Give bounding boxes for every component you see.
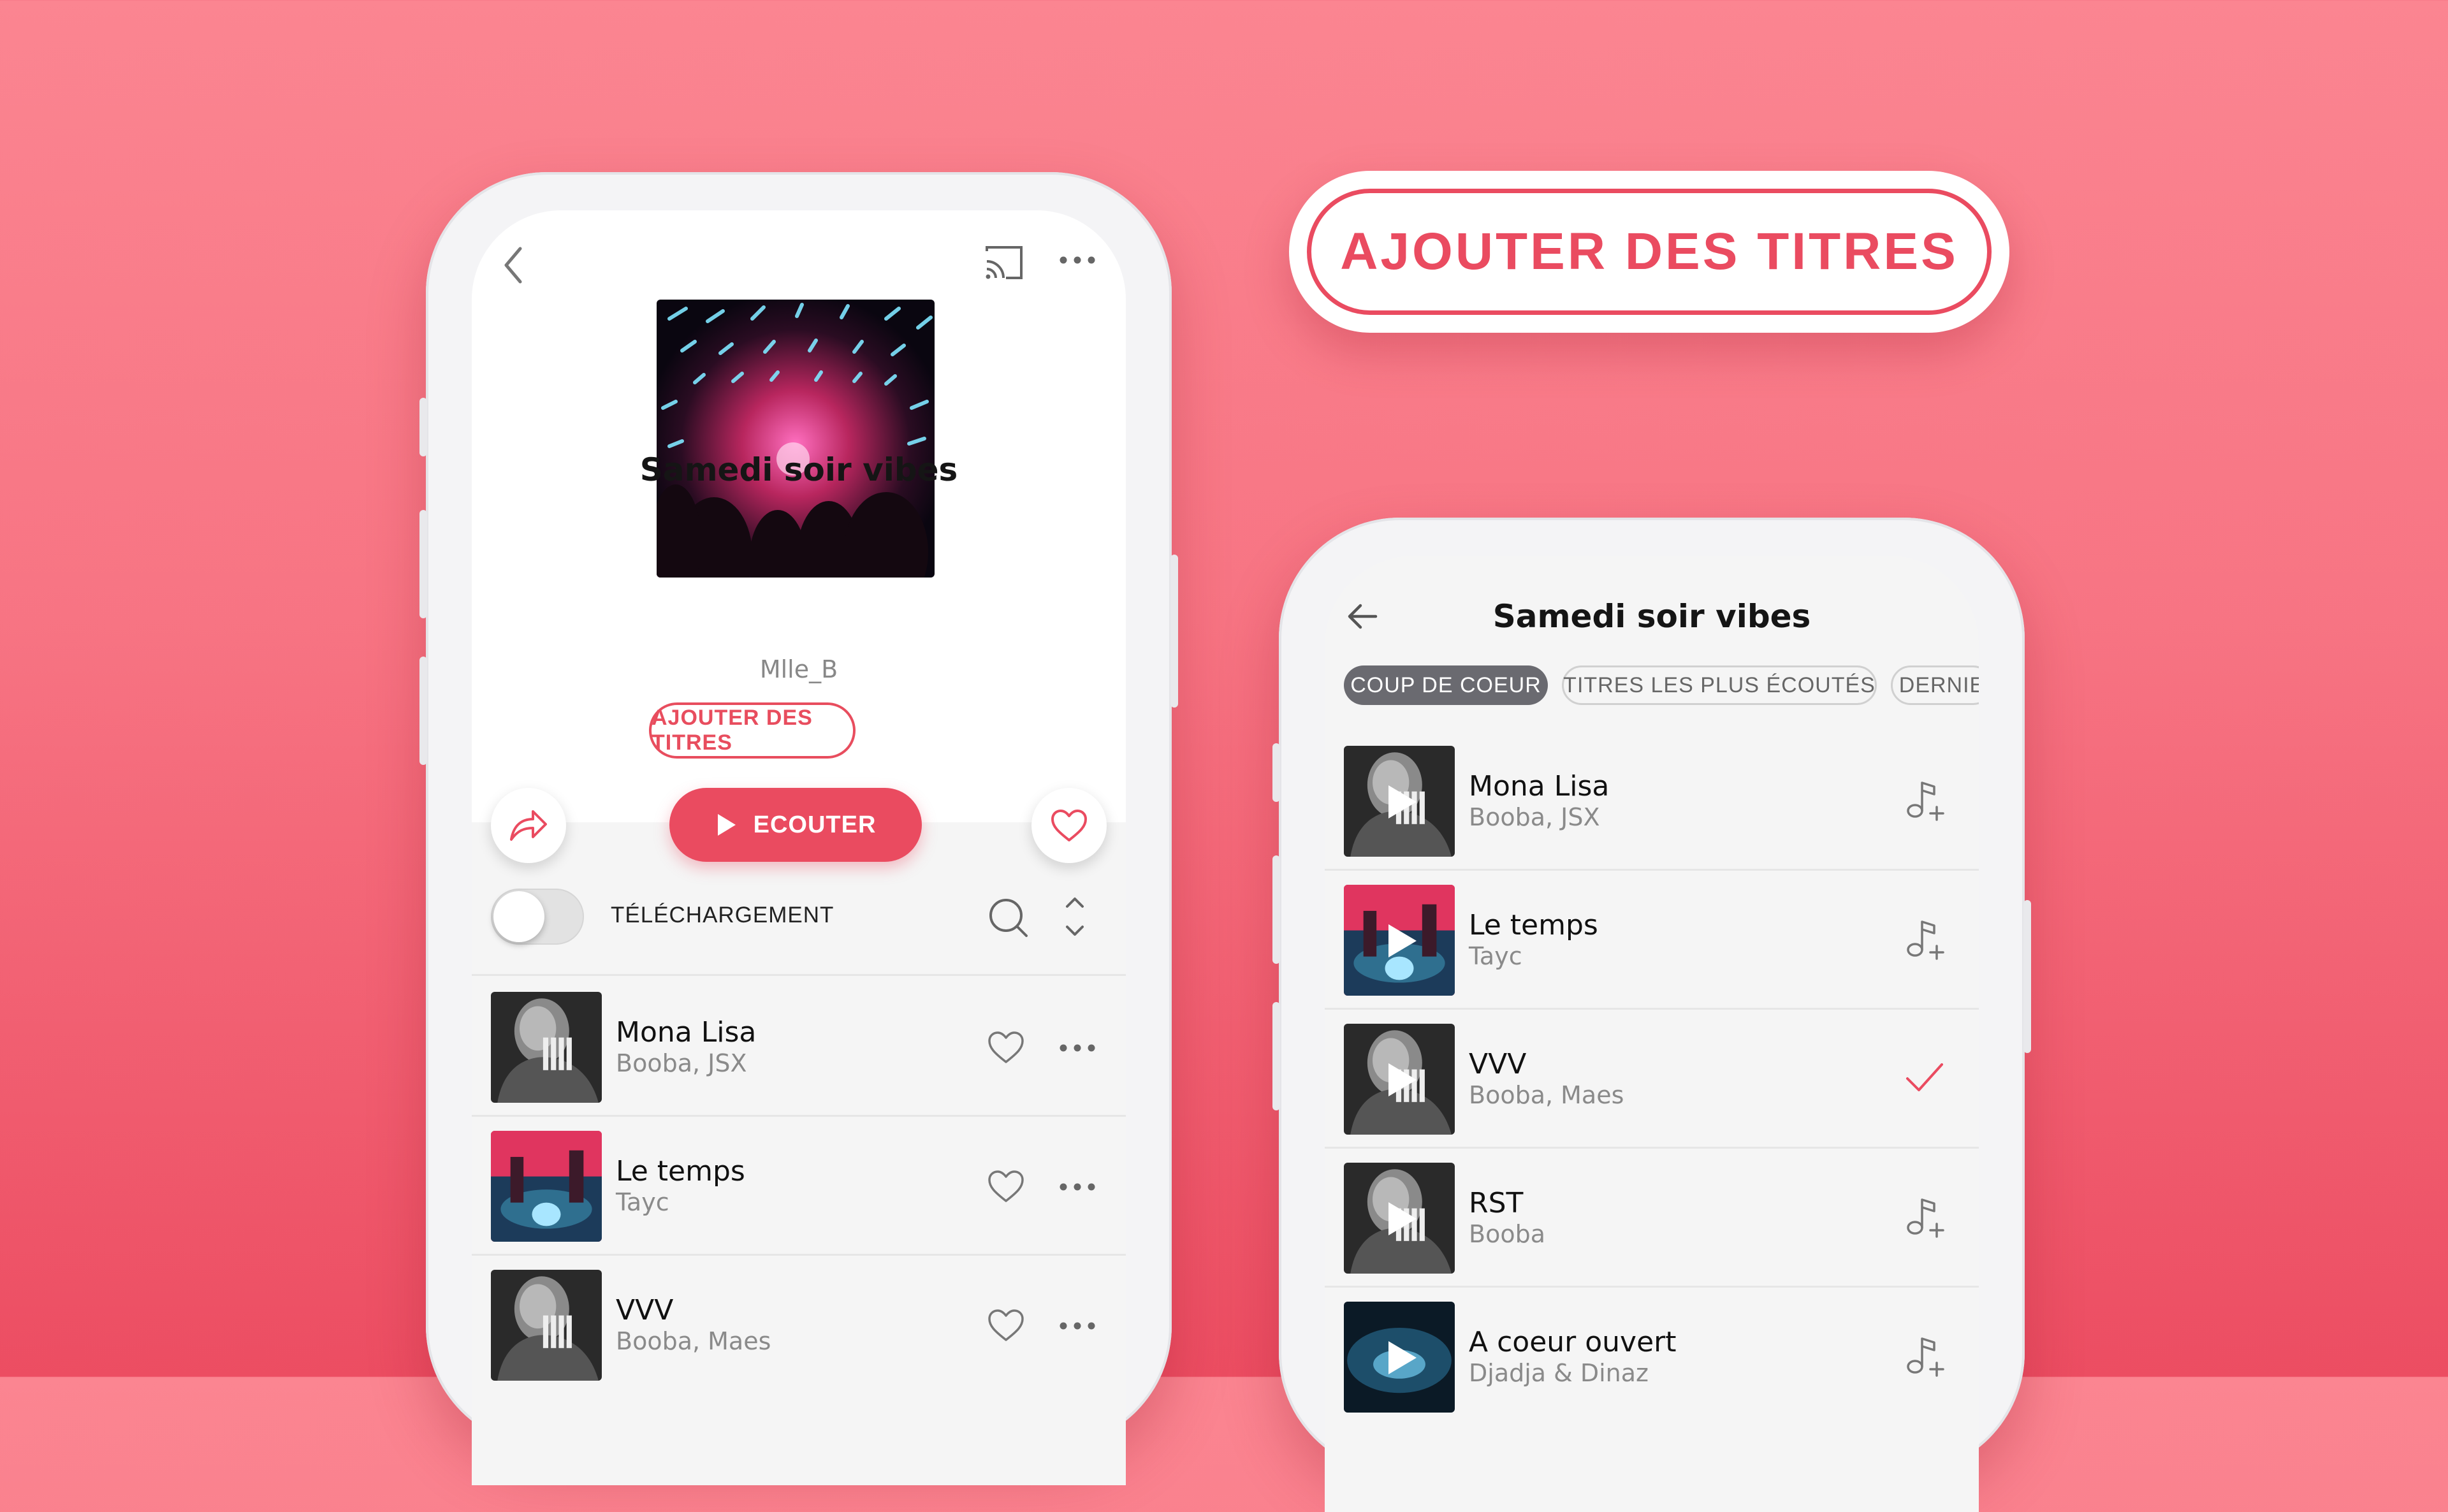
cast-icon[interactable] — [982, 242, 1026, 284]
track-artists: Booba, Maes — [616, 1327, 771, 1355]
track-cover — [491, 1270, 602, 1381]
track-cover — [491, 1131, 602, 1242]
phone-volume-up — [419, 510, 427, 618]
phone-right: Samedi soir vibes COUP DE COEUR TITRES LE… — [1272, 518, 2031, 1512]
track-row[interactable]: Mona Lisa Booba, JSX — [1325, 732, 1979, 871]
promo-add-tracks-button[interactable]: AJOUTER DES TITRES — [1307, 189, 1992, 315]
track-artists: Djadja & Dinaz — [1469, 1359, 1649, 1387]
play-icon[interactable] — [1385, 1339, 1419, 1377]
favorite-button[interactable] — [1031, 788, 1107, 863]
phone-left: Samedi soir vibes Mlle_B AJOUTER DES TIT… — [419, 172, 1178, 1485]
track-title: VVV — [1469, 1048, 1527, 1080]
check-icon[interactable] — [1904, 1059, 1946, 1095]
playlist-screen: Samedi soir vibes Mlle_B AJOUTER DES TIT… — [472, 210, 1126, 1485]
track-row[interactable]: Le temps Tayc — [1325, 871, 1979, 1010]
divider — [472, 974, 1126, 976]
track-title: Mona Lisa — [1469, 770, 1610, 803]
track-row[interactable]: VVV Booba, Maes — [472, 1256, 1126, 1395]
heart-icon[interactable] — [987, 1030, 1025, 1065]
track-title: A coeur ouvert — [1469, 1326, 1677, 1358]
track-row[interactable]: Mona Lisa Booba, JSX — [472, 978, 1126, 1117]
track-artists: Booba, JSX — [616, 1049, 747, 1077]
track-row[interactable]: VVV Booba, Maes — [1325, 1010, 1979, 1149]
play-icon[interactable] — [1385, 1061, 1419, 1099]
filter-chip[interactable]: TITRES LES PLUS ÉCOUTÉS — [1562, 665, 1877, 705]
heart-icon[interactable] — [987, 1169, 1025, 1203]
phone-power-button — [2023, 900, 2031, 1053]
track-artists: Tayc — [616, 1188, 669, 1216]
heart-icon — [1050, 808, 1088, 843]
toggle-knob — [493, 891, 544, 942]
heart-icon[interactable] — [987, 1308, 1025, 1342]
add-to-playlist-icon[interactable] — [1904, 1195, 1948, 1239]
track-cover — [491, 992, 602, 1103]
play-icon — [715, 813, 737, 837]
track-row[interactable]: A coeur ouvert Djadja & Dinaz — [1325, 1288, 1979, 1427]
download-label: TÉLÉCHARGEMENT — [611, 903, 834, 927]
add-to-playlist-icon[interactable] — [1904, 1334, 1948, 1378]
screen-title: Samedi soir vibes — [1492, 598, 1811, 635]
share-icon — [507, 808, 550, 843]
phone-volume-up — [1272, 855, 1280, 964]
add-to-playlist-icon[interactable] — [1904, 917, 1948, 961]
track-row[interactable]: Le temps Tayc — [472, 1117, 1126, 1256]
add-tracks-button[interactable]: AJOUTER DES TITRES — [649, 702, 856, 759]
track-title: Mona Lisa — [616, 1016, 757, 1049]
share-button[interactable] — [491, 788, 566, 863]
track-title: RST — [1469, 1187, 1524, 1219]
track-artists: Tayc — [1469, 942, 1522, 970]
phone-volume-down — [1272, 1002, 1280, 1110]
phone-power-button — [1170, 555, 1178, 708]
track-title: VVV — [616, 1294, 674, 1327]
phone-silent-switch — [419, 398, 427, 456]
track-title: Le temps — [616, 1155, 745, 1188]
track-artists: Booba, JSX — [1469, 803, 1600, 831]
more-horizontal-icon[interactable] — [1058, 1319, 1096, 1332]
play-icon[interactable] — [1385, 922, 1419, 960]
play-icon[interactable] — [1385, 1200, 1419, 1238]
more-horizontal-icon[interactable] — [1058, 254, 1096, 266]
promo-pill: AJOUTER DES TITRES — [1289, 171, 2009, 333]
add-to-playlist-icon[interactable] — [1904, 778, 1948, 822]
more-horizontal-icon[interactable] — [1058, 1042, 1096, 1054]
sort-icon[interactable] — [1063, 892, 1086, 941]
download-toggle[interactable] — [491, 889, 584, 945]
phone-silent-switch — [1272, 743, 1280, 802]
track-artists: Booba, Maes — [1469, 1081, 1624, 1109]
playlist-owner[interactable]: Mlle_B — [472, 655, 1126, 683]
playlist-title: Samedi soir vibes — [639, 451, 958, 488]
track-row[interactable]: RST Booba — [1325, 1149, 1979, 1288]
search-icon[interactable] — [987, 896, 1030, 940]
play-label: ECOUTER — [753, 811, 877, 838]
play-button[interactable]: ECOUTER — [669, 788, 922, 862]
add-tracks-screen: Samedi soir vibes COUP DE COEUR TITRES LE… — [1325, 556, 1979, 1512]
phone-volume-down — [419, 657, 427, 765]
playlist-cover — [657, 300, 935, 578]
more-horizontal-icon[interactable] — [1058, 1181, 1096, 1193]
filter-chip[interactable]: DERNIE — [1891, 665, 1979, 705]
track-title: Le temps — [1469, 909, 1598, 941]
play-icon[interactable] — [1385, 783, 1419, 821]
track-artists: Booba — [1469, 1220, 1545, 1248]
chevron-left-icon[interactable] — [497, 242, 530, 288]
filter-chip[interactable]: COUP DE COEUR — [1344, 665, 1548, 705]
